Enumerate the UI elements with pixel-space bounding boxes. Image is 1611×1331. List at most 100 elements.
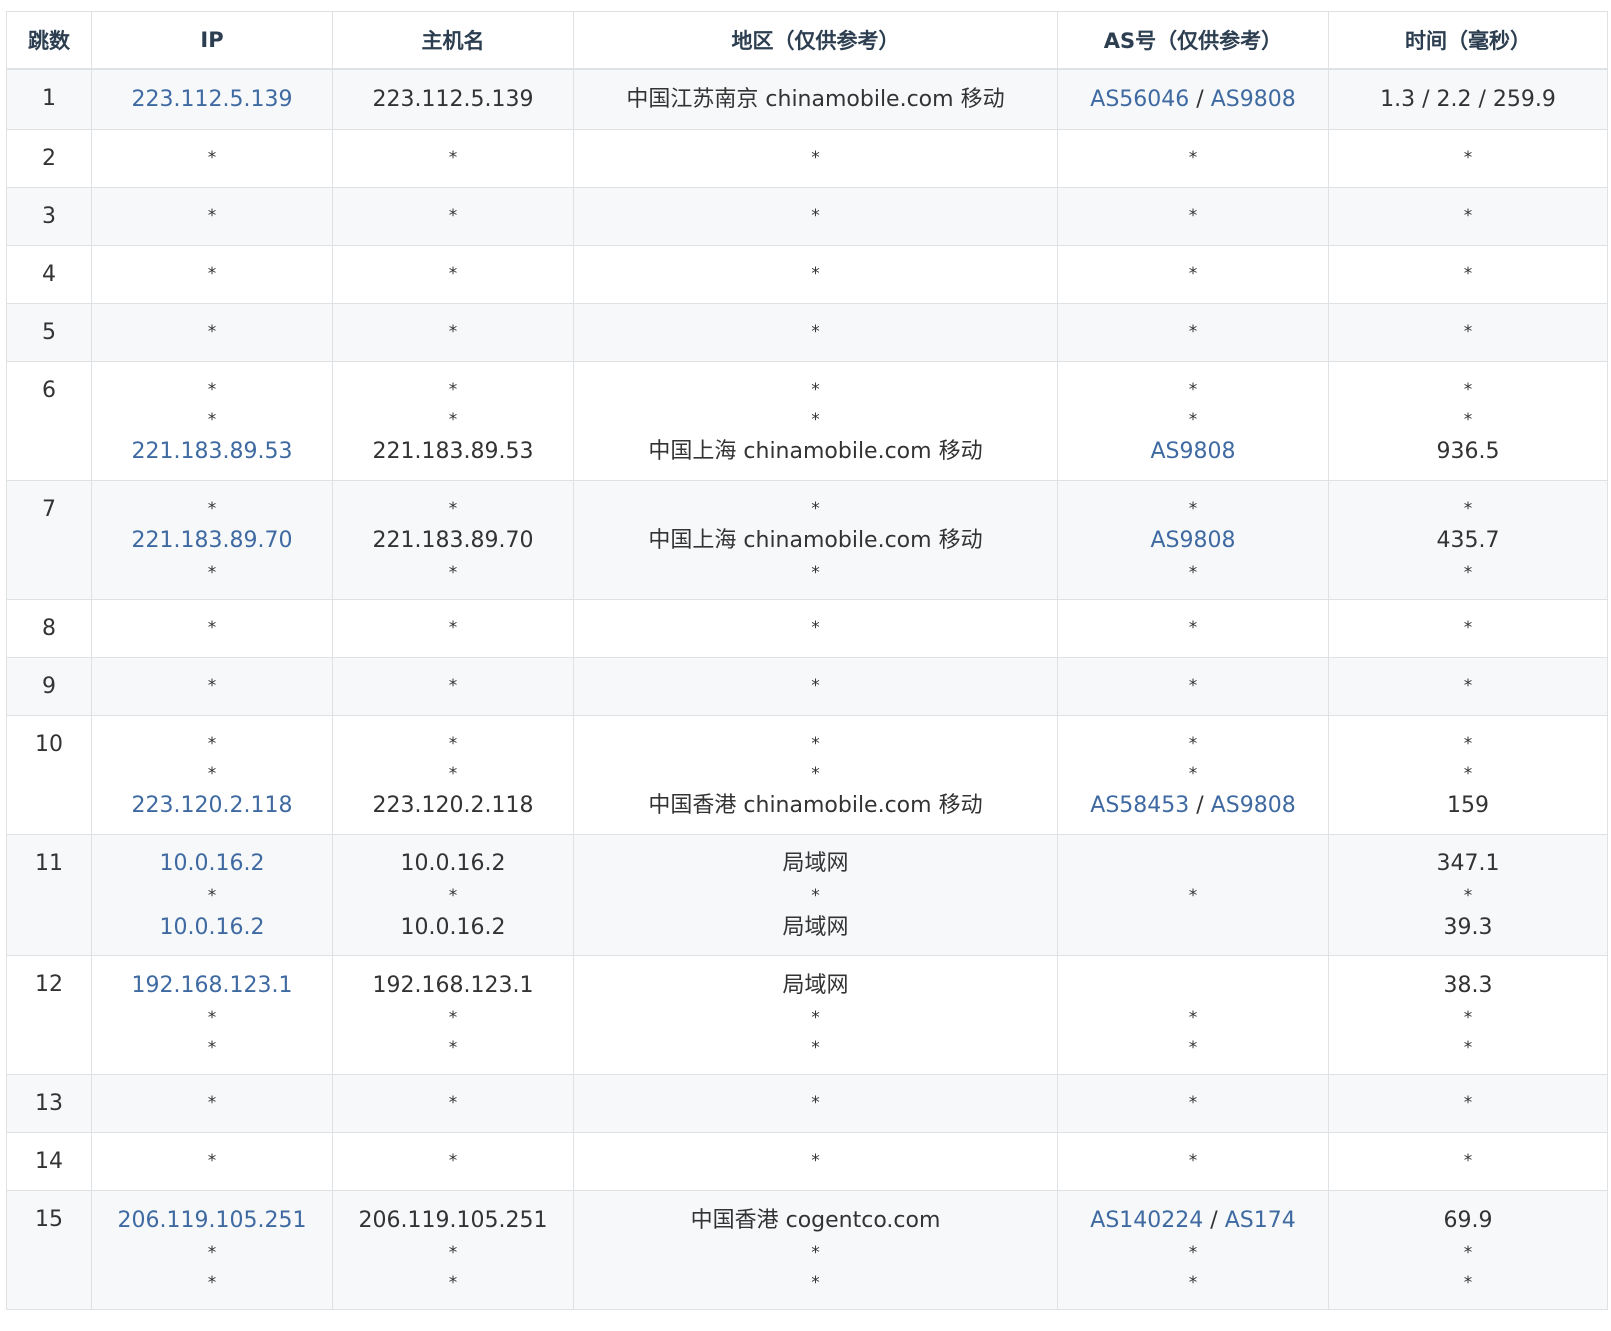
as-cell-content: * * AS9808 [1058,362,1328,480]
timeout-marker: * [1463,148,1473,168]
table-row: 6 * * 221.183.89.53 * * 221.183.89.53 * * 中国上海 ch… [6,361,1608,481]
region-cell-content: * [574,304,1057,359]
ip-line: 10.0.16.2 [160,911,265,945]
timeout-marker: * [1463,206,1473,226]
timeout-marker: * [448,1093,458,1113]
host-line: 221.183.89.70 [373,524,534,558]
time-cell: * [1328,245,1608,304]
header-ip: IP [91,11,333,70]
ip-line: 221.183.89.53 [132,435,293,469]
region-cell-content: 局域网 * * [574,956,1057,1074]
region-line: 局域网 [782,969,848,1003]
as-link[interactable]: AS9808 [1150,528,1235,553]
time-line: 435.7 [1437,524,1500,558]
timeout-marker: * [1463,264,1473,284]
ip-cell-content: * [92,1133,332,1188]
timeout-marker: * [448,734,458,754]
time-cell: 69.9 * * [1328,1190,1608,1310]
ip-line: 10.0.16.2 [160,847,265,881]
ip-cell-content: * 221.183.89.70 * [92,481,332,599]
ip-link[interactable]: 223.120.2.118 [132,793,293,818]
ip-cell: * [91,303,333,362]
as-cell-content: * [1058,658,1328,713]
time-text: 39.3 [1443,915,1493,940]
as-line: AS9808 [1150,435,1235,469]
region-cell: * [573,1074,1058,1133]
ip-link[interactable]: 192.168.123.1 [132,973,293,998]
as-link[interactable]: AS174 [1225,1208,1296,1233]
timeout-marker: * [448,148,458,168]
timeout-marker: * [1463,380,1473,400]
hop-cell: 14 [6,1132,92,1191]
region-cell: * [573,187,1058,246]
ip-cell-content: 192.168.123.1 * * [92,956,332,1074]
as-link[interactable]: AS9808 [1211,793,1296,818]
region-line: 中国香港 cogentco.com [691,1204,941,1238]
as-separator: / [1189,793,1211,818]
as-cell-content: * * AS58453 / AS9808 [1058,716,1328,834]
hostname-cell-content: * [333,1133,573,1188]
table-row: 4 * * * * * [6,245,1608,304]
timeout-marker: * [811,1151,820,1171]
hop-number: 6 [42,378,56,403]
table-row: 8 * * * * * [6,599,1608,658]
timeout-marker: * [448,1273,458,1293]
as-cell: * * AS58453 / AS9808 [1057,715,1329,835]
ip-link[interactable]: 221.183.89.70 [132,528,293,553]
as-cell-content: AS140224 / AS174 * * [1058,1191,1328,1309]
time-line: 38.3 [1444,969,1493,1003]
time-cell: * [1328,129,1608,188]
timeout-marker: * [1188,1243,1198,1263]
ip-link[interactable]: 10.0.16.2 [160,851,265,876]
as-cell: * [1057,1074,1329,1133]
timeout-marker: * [1188,380,1198,400]
ip-link[interactable]: 223.112.5.139 [132,87,293,112]
hostname-cell-content: * [333,188,573,243]
hop-number: 15 [35,1207,63,1232]
timeout-marker: * [1188,734,1198,754]
header-hostname: 主机名 [332,11,574,70]
region-cell: * [573,129,1058,188]
time-cell-content: 69.9 * * [1329,1191,1607,1309]
table-row: 2 * * * * * [6,129,1608,188]
ip-cell-content: * * 223.120.2.118 [92,716,332,834]
ip-link[interactable]: 10.0.16.2 [160,915,265,940]
as-cell: * [1057,187,1329,246]
as-cell-content: * [1058,835,1328,955]
as-link[interactable]: AS140224 [1090,1208,1203,1233]
timeout-marker: * [448,410,458,430]
region-cell: 局域网 * 局域网 [573,834,1058,956]
region-cell: * [573,1132,1058,1191]
ip-cell: * [91,129,333,188]
hostname-cell-content: * [333,304,573,359]
timeout-marker: * [811,1038,820,1058]
as-cell: * [1057,245,1329,304]
hostname-cell-content: * * 223.120.2.118 [333,716,573,834]
as-link[interactable]: AS58453 [1090,793,1189,818]
as-link[interactable]: AS9808 [1150,439,1235,464]
time-cell: 1.3 / 2.2 / 259.9 [1328,68,1608,130]
as-cell: * [1057,129,1329,188]
region-cell-content: 中国江苏南京 chinamobile.com 移动 [574,70,1057,129]
time-text: 69.9 [1443,1208,1493,1233]
ip-line: 206.119.105.251 [118,1204,307,1238]
timeout-marker: * [207,1273,217,1293]
ip-link[interactable]: 206.119.105.251 [118,1208,307,1233]
timeout-marker: * [1188,563,1198,583]
as-separator: / [1203,1208,1225,1233]
ip-link[interactable]: 221.183.89.53 [132,439,293,464]
as-link[interactable]: AS56046 [1090,87,1189,112]
as-link[interactable]: AS9808 [1211,87,1296,112]
timeout-marker: * [1188,148,1198,168]
timeout-marker: * [448,499,458,519]
region-cell-content: * [574,130,1057,185]
hostname-cell: * [332,245,574,304]
host-text: 223.120.2.118 [372,793,534,818]
region-line: 局域网 [782,911,848,945]
table-body: 1 223.112.5.139 223.112.5.139 中国江苏南京 chinam… [6,68,1608,1310]
timeout-marker: * [1188,1008,1198,1028]
timeout-marker: * [1463,886,1473,906]
region-text: 中国香港 chinamobile.com 移动 [648,793,983,818]
region-text: 局域网 [782,851,849,876]
table-row: 14 * * * * * [6,1132,1608,1191]
